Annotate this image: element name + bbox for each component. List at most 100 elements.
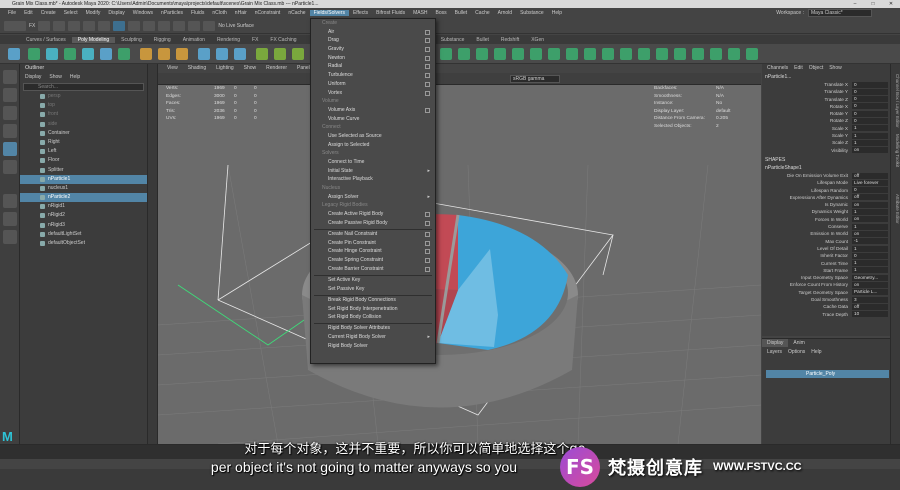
shelf-tool-icon-2[interactable]	[458, 48, 470, 60]
outliner-item[interactable]: nParticle1	[20, 174, 147, 184]
poly-plane-icon[interactable]	[100, 48, 112, 60]
menu-cache[interactable]: Cache	[471, 10, 493, 16]
right-panel-tab[interactable]: Modelling Toolkit	[892, 134, 900, 167]
menu-help[interactable]: Help	[548, 10, 566, 16]
channel-row[interactable]: Conserve 1	[762, 223, 890, 230]
poly-cylinder-icon[interactable]	[64, 48, 76, 60]
menu-create[interactable]: Create	[37, 10, 60, 16]
outliner-item[interactable]: side	[20, 120, 147, 129]
shelf-tab[interactable]: Curves / Surfaces	[20, 37, 72, 43]
menu-nparticles[interactable]: nParticles	[157, 10, 187, 16]
shelf-tab[interactable]: FX Caching	[264, 37, 302, 43]
shelf-tool-icon-12[interactable]	[638, 48, 650, 60]
snap-point-icon[interactable]	[188, 20, 201, 31]
right-panel-tab[interactable]: Channel Box / Layer Editor	[892, 74, 900, 128]
channel-row[interactable]: Cache Data off	[762, 303, 890, 310]
channel-value-field[interactable]: 1	[852, 223, 888, 230]
outliner-item[interactable]: persp	[20, 92, 147, 101]
menu-item-drag[interactable]: Drag	[311, 36, 435, 45]
extrude-icon[interactable]	[216, 48, 228, 60]
menu-item-create-spring-constraint[interactable]: Create Spring Constraint	[311, 256, 435, 265]
menu-item-initial-state[interactable]: Initial State ▸	[311, 167, 435, 176]
option-box-icon[interactable]	[425, 73, 430, 79]
shelf-tool-icon-6[interactable]	[530, 48, 542, 60]
layer-row[interactable]: Particle_Poly	[766, 370, 889, 378]
menu-arnold[interactable]: Arnold	[494, 10, 516, 16]
channel-row[interactable]: Rotate Y 0	[762, 110, 890, 117]
channel-value-field[interactable]: on	[852, 230, 888, 237]
menu-fields-solvers[interactable]: Fields/Solvers	[309, 10, 349, 16]
shelf-tab[interactable]: Sculpting	[115, 37, 148, 43]
shelf-tool-icon-18[interactable]	[746, 48, 758, 60]
option-box-icon[interactable]	[425, 220, 430, 226]
channel-value-field[interactable]: 1	[852, 132, 888, 139]
viewport-menu-item[interactable]: Lighting	[211, 64, 239, 73]
shelf-tab[interactable]: Poly Modeling	[71, 36, 116, 43]
channel-row[interactable]: Current Time 1	[762, 260, 890, 267]
close-button[interactable]: ✕	[882, 0, 900, 8]
layer-menu-item[interactable]: Options	[788, 347, 805, 357]
maximize-button[interactable]: □	[864, 0, 882, 8]
snap-curve-icon[interactable]	[173, 20, 186, 31]
select-tool-icon[interactable]	[3, 70, 17, 84]
shelf-tab[interactable]: Rigging	[148, 37, 177, 43]
channel-row[interactable]: Max Count -1	[762, 238, 890, 245]
menu-item-radial[interactable]: Radial	[311, 62, 435, 71]
poly-cube-icon[interactable]	[46, 48, 58, 60]
channel-row[interactable]: Translate Z 0	[762, 96, 890, 103]
menu-select[interactable]: Select	[60, 10, 82, 16]
channel-value-field[interactable]: Geometry...	[852, 274, 888, 281]
channel-row[interactable]: Enforce Count From History on	[762, 281, 890, 289]
channel-menu-item[interactable]: Channels	[767, 64, 788, 73]
new-scene-icon[interactable]	[38, 20, 51, 31]
channel-row[interactable]: Emission In World on	[762, 230, 890, 237]
shelf-tab[interactable]: Substance	[435, 37, 471, 43]
option-box-icon[interactable]	[425, 212, 430, 218]
select-by-component-icon[interactable]	[143, 20, 156, 31]
shelf-tab[interactable]: Bullet	[470, 37, 495, 43]
menu-item-set-active-key[interactable]: Set Active Key	[311, 276, 435, 285]
select-by-hierarchy-icon[interactable]	[113, 20, 126, 31]
channel-value-field[interactable]: 1	[852, 260, 888, 267]
shelf-tool-icon-11[interactable]	[620, 48, 632, 60]
outliner-item[interactable]: defaultObjectSet	[20, 239, 147, 248]
open-scene-icon[interactable]	[53, 20, 66, 31]
shelf-tab[interactable]: Rendering	[211, 37, 246, 43]
move-tool-icon[interactable]	[3, 124, 17, 138]
channel-row[interactable]: Scale Z 1	[762, 139, 890, 146]
separate-icon[interactable]	[158, 48, 170, 60]
outliner-item[interactable]: nRigid1	[20, 202, 147, 211]
panel-collapse-strip[interactable]	[148, 64, 158, 444]
menu-item-turbulence[interactable]: Turbulence	[311, 71, 435, 80]
channel-row[interactable]: Forces In World on	[762, 216, 890, 223]
channel-value-field[interactable]: 0	[852, 96, 888, 103]
channel-value-field[interactable]: off	[852, 172, 888, 179]
menu-item-air[interactable]: Air	[311, 28, 435, 37]
menu-item-create-passive-rigid-body[interactable]: Create Passive Rigid Body	[311, 219, 435, 228]
menu-item-use-selected-as-source[interactable]: Use Selected as Source	[311, 132, 435, 141]
outliner-item[interactable]: defaultLightSet	[20, 230, 147, 239]
menu-item-set-rigid-body-interpenetration[interactable]: Set Rigid Body Interpenetration	[311, 305, 435, 314]
option-box-icon[interactable]	[425, 232, 430, 237]
shelf-settings-icon[interactable]	[8, 48, 20, 60]
scale-tool-icon[interactable]	[3, 160, 17, 174]
channel-value-field[interactable]: Particle L...	[852, 289, 888, 296]
outliner-item[interactable]: Floor	[20, 156, 147, 165]
menu-item-volume-axis[interactable]: Volume Axis	[311, 106, 435, 115]
menu-item-volume-curve[interactable]: Volume Curve	[311, 115, 435, 124]
menu-item-newton[interactable]: Newton	[311, 54, 435, 63]
channel-row[interactable]: Trace Depth 10	[762, 311, 890, 318]
option-box-icon[interactable]	[425, 258, 430, 264]
menu-file[interactable]: File	[4, 10, 20, 16]
channel-row[interactable]: Visibility on	[762, 147, 890, 154]
channel-menu-item[interactable]: Show	[829, 64, 842, 73]
right-panel-tab[interactable]: Attribute Editor	[892, 194, 900, 224]
menu-item-break-rigid-body-connections[interactable]: Break Rigid Body Connections	[311, 296, 435, 305]
paint-select-tool-icon[interactable]	[3, 106, 17, 120]
outliner-item[interactable]: nParticle2	[20, 193, 147, 203]
channel-value-field[interactable]: -1	[852, 238, 888, 245]
shelf-tool-icon-8[interactable]	[566, 48, 578, 60]
outliner-menu-item[interactable]: Help	[70, 73, 80, 82]
channel-value-field[interactable]: 0	[852, 81, 888, 88]
channel-menu-item[interactable]: Edit	[794, 64, 803, 73]
